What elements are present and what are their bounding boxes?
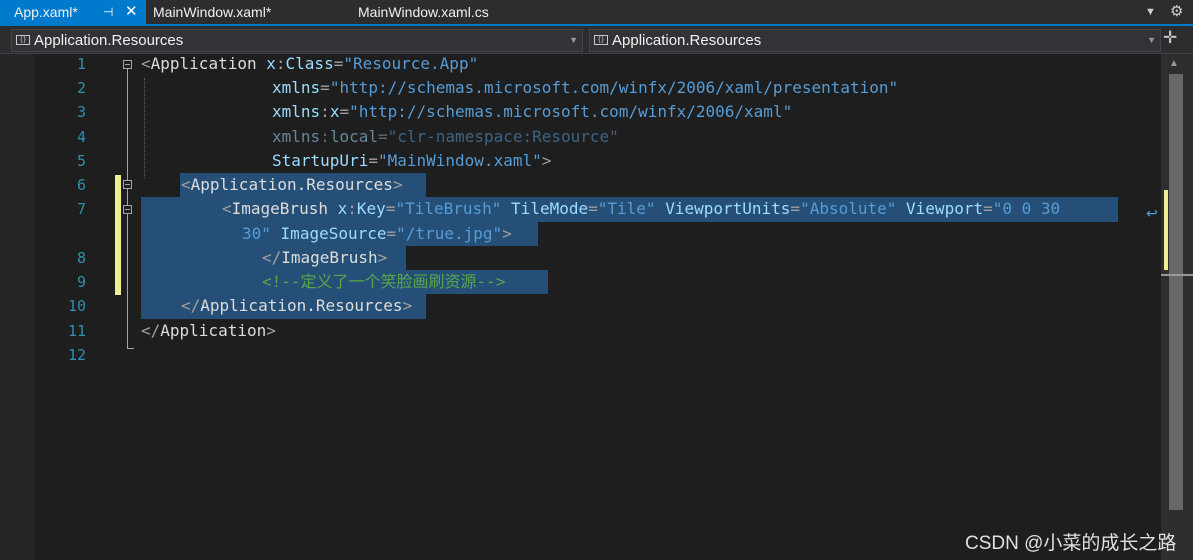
line-number: 5 bbox=[76, 152, 86, 170]
collapse-icon[interactable] bbox=[123, 180, 132, 189]
code-line: xmlns:local="clr-namespace:Resource" bbox=[272, 127, 619, 146]
line-number: 9 bbox=[76, 273, 86, 291]
code-line: <Application.Resources> bbox=[181, 175, 403, 194]
code-line-wrapped: 30" ImageSource="/true.jpg"> bbox=[242, 224, 512, 243]
line-number: 1 bbox=[76, 55, 86, 73]
code-line: xmlns:x="http://schemas.microsoft.com/wi… bbox=[272, 102, 793, 121]
pin-icon[interactable]: ⊣ bbox=[103, 0, 113, 24]
tab-app-xaml[interactable]: App.xaml* ⊣ ✕ bbox=[0, 0, 146, 24]
watermark: CSDN @小菜的成长之路 bbox=[965, 533, 1177, 554]
code-line: <Application x:Class="Resource.App" bbox=[141, 54, 479, 73]
line-number: 7 bbox=[76, 200, 86, 218]
indicator-margin bbox=[0, 54, 34, 560]
code-editor[interactable]: 1 2 3 4 5 6 7 8 9 10 11 12 <Application … bbox=[0, 54, 1161, 560]
scroll-up-icon[interactable]: ▲ bbox=[1169, 58, 1179, 69]
vertical-scrollbar[interactable]: ▲ bbox=[1161, 54, 1193, 560]
word-wrap-icon: ↩ bbox=[1146, 205, 1158, 221]
line-number: 12 bbox=[67, 346, 86, 364]
code-line: StartupUri="MainWindow.xaml"> bbox=[272, 151, 552, 170]
change-marker bbox=[1164, 190, 1168, 270]
line-number: 11 bbox=[67, 322, 86, 340]
change-marker bbox=[115, 175, 121, 295]
chevron-down-icon: ▼ bbox=[1147, 35, 1156, 45]
element-icon: ⟨⟩ bbox=[594, 35, 608, 45]
line-number: 2 bbox=[76, 79, 86, 97]
line-number: 10 bbox=[67, 297, 86, 315]
tab-mainwindow-xaml[interactable]: MainWindow.xaml* bbox=[153, 0, 271, 24]
outline-line bbox=[127, 348, 134, 349]
tab-label: MainWindow.xaml* bbox=[153, 4, 272, 20]
line-number: 6 bbox=[76, 176, 86, 194]
tab-label: App.xaml* bbox=[14, 4, 78, 20]
line-number: 8 bbox=[76, 249, 86, 267]
close-icon[interactable]: ✕ bbox=[125, 0, 138, 24]
scroll-thumb[interactable] bbox=[1169, 74, 1183, 510]
line-number: 4 bbox=[76, 128, 86, 146]
split-window-icon[interactable]: ✛ bbox=[1163, 28, 1177, 48]
code-line: </Application.Resources> bbox=[181, 296, 413, 315]
code-line: xmlns="http://schemas.microsoft.com/winf… bbox=[272, 78, 899, 97]
dropdown-value: Application.Resources bbox=[34, 32, 184, 49]
code-line: </Application> bbox=[141, 321, 276, 340]
type-scope-dropdown[interactable]: ⟨⟩ Application.Resources ▼ bbox=[11, 29, 583, 52]
line-number: 3 bbox=[76, 103, 86, 121]
caret-position-marker bbox=[1161, 274, 1193, 276]
collapse-icon[interactable] bbox=[123, 60, 132, 69]
document-tab-bar: App.xaml* ⊣ ✕ MainWindow.xaml* MainWindo… bbox=[0, 0, 1193, 24]
gear-icon[interactable]: ⚙ bbox=[1170, 0, 1183, 24]
tab-label: MainWindow.xaml.cs bbox=[358, 4, 489, 20]
dropdown-value: Application.Resources bbox=[612, 32, 762, 49]
code-line: <!--定义了一个笑脸画刷资源--> bbox=[262, 272, 506, 291]
chevron-down-icon: ▼ bbox=[569, 35, 578, 45]
code-line: <ImageBrush x:Key="TileBrush" TileMode="… bbox=[222, 199, 1061, 218]
member-scope-dropdown[interactable]: ⟨⟩ Application.Resources ▼ bbox=[589, 29, 1161, 52]
navigation-bar: ⟨⟩ Application.Resources ▼ ⟨⟩ Applicatio… bbox=[0, 26, 1193, 54]
indent-guide bbox=[144, 78, 145, 178]
element-icon: ⟨⟩ bbox=[16, 35, 30, 45]
tab-mainwindow-xaml-cs[interactable]: MainWindow.xaml.cs bbox=[358, 0, 489, 24]
chevron-down-icon[interactable]: ▼ bbox=[1145, 0, 1156, 24]
collapse-icon[interactable] bbox=[123, 205, 132, 214]
code-line: </ImageBrush> bbox=[262, 248, 388, 267]
